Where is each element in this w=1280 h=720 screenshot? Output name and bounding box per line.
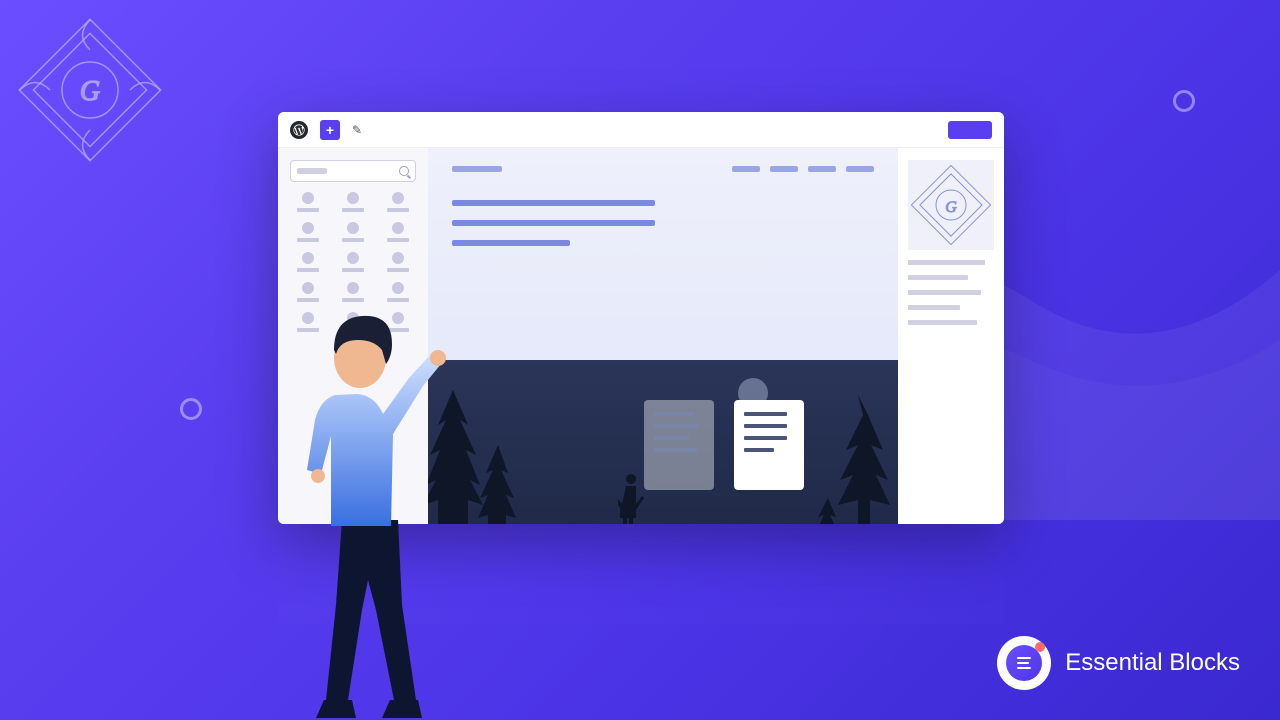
settings-line [908, 275, 968, 280]
block-label [342, 238, 364, 242]
block-icon [392, 192, 404, 204]
nav-placeholder [732, 166, 874, 172]
text-line [452, 220, 655, 226]
settings-line [908, 305, 960, 310]
block-label [297, 268, 319, 272]
card-line [744, 448, 774, 452]
block-item[interactable] [290, 252, 327, 272]
decorative-ring [180, 398, 202, 420]
settings-line [908, 290, 981, 295]
gutenberg-thumbnail: G [908, 160, 994, 250]
settings-line [908, 320, 977, 325]
block-item[interactable] [335, 282, 372, 302]
block-icon [347, 252, 359, 264]
card-line [654, 448, 697, 452]
person-silhouette [618, 474, 644, 524]
canvas-text-block [428, 190, 898, 256]
edit-icon[interactable]: ✎ [352, 123, 366, 137]
canvas-header [428, 148, 898, 190]
search-icon [399, 166, 409, 176]
block-icon [302, 222, 314, 234]
block-label [387, 238, 409, 242]
decorative-ring [1173, 90, 1195, 112]
block-icon [392, 252, 404, 264]
block-item[interactable] [335, 252, 372, 272]
block-icon [302, 252, 314, 264]
block-item[interactable] [290, 282, 327, 302]
block-icon [392, 282, 404, 294]
settings-sidebar: G [898, 148, 1004, 524]
site-logo-placeholder [452, 166, 502, 172]
builder-person-illustration [280, 300, 460, 720]
hero-image-block [428, 360, 898, 524]
notification-dot [1035, 642, 1045, 652]
block-label [342, 208, 364, 212]
gutenberg-badge-icon: G [15, 15, 165, 165]
block-icon [347, 282, 359, 294]
block-item[interactable] [335, 192, 372, 212]
search-input[interactable] [290, 160, 416, 182]
text-line [452, 240, 570, 246]
card-line [744, 424, 787, 428]
editor-topbar: + ✎ [278, 112, 1004, 148]
block-icon [302, 282, 314, 294]
add-block-button[interactable]: + [320, 120, 340, 140]
block-item[interactable] [290, 192, 327, 212]
block-label [297, 238, 319, 242]
text-line [452, 200, 655, 206]
settings-line [908, 260, 985, 265]
block-icon [392, 222, 404, 234]
block-item[interactable] [379, 282, 416, 302]
card-line [654, 436, 689, 440]
block-label [297, 208, 319, 212]
tree-silhouette [808, 380, 898, 524]
block-label [387, 268, 409, 272]
svg-text:G: G [80, 76, 100, 107]
card-line [744, 436, 787, 440]
content-card-ghost[interactable] [644, 400, 714, 490]
block-label [387, 208, 409, 212]
card-line [654, 424, 699, 428]
block-icon [347, 192, 359, 204]
brand-footer: Essential Blocks [997, 636, 1240, 690]
brand-logo-icon [997, 636, 1051, 690]
search-placeholder [297, 168, 327, 174]
block-item[interactable] [290, 222, 327, 242]
svg-text:G: G [945, 199, 957, 216]
wordpress-logo-icon[interactable] [290, 121, 308, 139]
block-item[interactable] [379, 222, 416, 242]
block-label [342, 268, 364, 272]
brand-name: Essential Blocks [1065, 649, 1240, 677]
content-card[interactable] [734, 400, 804, 490]
block-item[interactable] [379, 192, 416, 212]
card-line [744, 412, 787, 416]
block-item[interactable] [335, 222, 372, 242]
card-line [654, 412, 694, 416]
block-item[interactable] [379, 252, 416, 272]
block-icon [302, 192, 314, 204]
publish-button[interactable] [948, 121, 992, 139]
plus-icon: + [326, 122, 334, 138]
block-icon [347, 222, 359, 234]
editor-canvas[interactable] [428, 148, 898, 524]
